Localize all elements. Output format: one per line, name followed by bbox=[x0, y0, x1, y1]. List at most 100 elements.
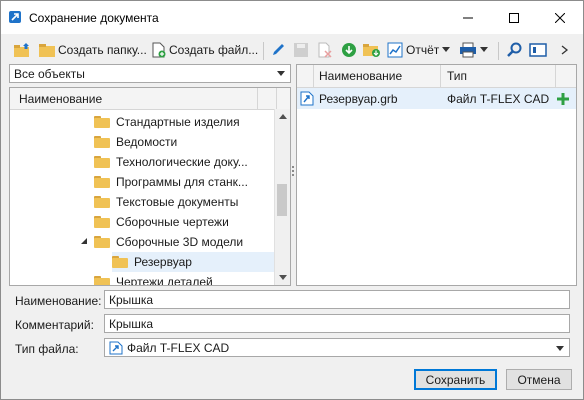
floppy-disk-icon bbox=[294, 43, 308, 57]
save-button[interactable]: Сохранить bbox=[414, 369, 497, 390]
dropdown-arrow-icon bbox=[442, 47, 451, 52]
tree-item[interactable]: Технологические доку... bbox=[94, 152, 248, 172]
file-row[interactable]: Резервуар.grb Файл T-FLEX CAD bbox=[297, 88, 576, 109]
folder-icon bbox=[94, 236, 110, 248]
chevron-right-icon bbox=[561, 45, 569, 55]
column-divider bbox=[440, 65, 441, 87]
object-filter-value: Все объекты bbox=[14, 67, 85, 81]
tree-item-label: Технологические доку... bbox=[116, 155, 248, 169]
folder-icon bbox=[39, 44, 55, 57]
preview-panel-icon bbox=[529, 43, 547, 57]
edit-button[interactable] bbox=[270, 37, 286, 63]
cancel-button[interactable]: Отмена bbox=[506, 369, 572, 390]
download-button[interactable] bbox=[341, 37, 357, 63]
tree-item-label: Ведомости bbox=[116, 135, 178, 149]
column-divider bbox=[257, 88, 258, 109]
tree-item-label: Сборочные чертежи bbox=[116, 215, 229, 229]
tree-item[interactable]: Программы для станк... bbox=[94, 172, 248, 192]
file-type-select[interactable]: Файл T-FLEX CAD bbox=[104, 338, 570, 357]
file-type-value: Файл T-FLEX CAD bbox=[127, 341, 230, 355]
scroll-down-icon[interactable] bbox=[279, 275, 287, 280]
folder-pane: Все объекты Наименование Стандартные изд… bbox=[9, 64, 291, 286]
name-input[interactable]: Крышка bbox=[104, 290, 570, 309]
folder-up-icon bbox=[14, 43, 29, 57]
create-folder-label: Создать папку... bbox=[58, 43, 147, 57]
tree-header: Наименование bbox=[10, 88, 290, 110]
file-type: Файл T-FLEX CAD bbox=[447, 92, 550, 106]
maximize-button[interactable] bbox=[491, 1, 537, 34]
toolbar: Создать папку... Создать файл... Отчёт bbox=[1, 37, 583, 65]
folder-icon bbox=[94, 196, 110, 208]
tree-item-label: Текстовые документы bbox=[116, 195, 239, 209]
search-button[interactable] bbox=[507, 37, 523, 63]
file-name: Резервуар.grb bbox=[319, 92, 398, 106]
add-icon[interactable] bbox=[556, 92, 570, 106]
up-folder-button[interactable] bbox=[14, 37, 32, 63]
dropdown-arrow-icon bbox=[480, 47, 488, 52]
column-name-header[interactable]: Наименование bbox=[319, 69, 402, 83]
delete-button[interactable] bbox=[317, 37, 333, 63]
maximize-icon bbox=[509, 12, 519, 23]
tree-item[interactable]: Ведомости bbox=[94, 132, 177, 152]
pencil-icon bbox=[273, 44, 284, 55]
expanded-arrow-icon[interactable] bbox=[80, 237, 88, 245]
toolbar-overflow-button[interactable] bbox=[561, 37, 569, 63]
window-title: Сохранение документа bbox=[29, 11, 159, 25]
folder-download-icon bbox=[363, 44, 380, 57]
tree-item[interactable]: Сборочные 3D модели bbox=[94, 232, 243, 252]
tree-item[interactable]: Текстовые документы bbox=[94, 192, 238, 212]
scroll-up-icon[interactable] bbox=[279, 114, 287, 119]
comment-input[interactable]: Крышка bbox=[104, 314, 570, 333]
preview-button[interactable] bbox=[529, 37, 547, 63]
title-bar: Сохранение документа bbox=[1, 1, 583, 34]
report-button[interactable]: Отчёт bbox=[387, 37, 451, 63]
folder-icon bbox=[112, 256, 128, 268]
create-file-button[interactable]: Создать файл... bbox=[152, 37, 258, 63]
tree-item[interactable]: Стандартные изделия bbox=[94, 112, 240, 132]
tflex-file-icon bbox=[109, 341, 123, 355]
save-toolbar-button[interactable] bbox=[293, 37, 309, 63]
tree-column-name[interactable]: Наименование bbox=[19, 92, 102, 106]
folder-icon bbox=[94, 176, 110, 188]
minimize-button[interactable] bbox=[445, 1, 491, 34]
download-icon bbox=[342, 43, 356, 57]
close-button[interactable] bbox=[537, 1, 583, 34]
report-label: Отчёт bbox=[406, 43, 440, 57]
column-divider bbox=[276, 88, 277, 109]
print-button[interactable] bbox=[459, 37, 488, 63]
column-divider bbox=[313, 65, 314, 87]
toolbar-separator bbox=[498, 42, 499, 60]
search-icon bbox=[507, 42, 522, 57]
folder-icon bbox=[94, 216, 110, 228]
name-label: Наименование: bbox=[15, 294, 102, 308]
tflex-app-icon bbox=[9, 11, 21, 23]
tree-scrollbar[interactable] bbox=[274, 109, 290, 285]
chevron-down-icon bbox=[277, 71, 285, 76]
new-file-icon bbox=[152, 42, 166, 58]
tflex-file-icon bbox=[300, 91, 314, 106]
scroll-thumb[interactable] bbox=[277, 184, 287, 216]
tree-item[interactable]: Чертежи деталей bbox=[94, 272, 213, 285]
tree-item-selected[interactable]: Резервуар bbox=[112, 252, 274, 272]
folder-tree: Наименование Стандартные изделия Ведомос… bbox=[9, 87, 291, 286]
tree-item-label: Резервуар bbox=[134, 255, 192, 269]
file-list-pane: Наименование Тип Резервуар.grb Файл T-FL… bbox=[296, 64, 577, 286]
object-filter-select[interactable]: Все объекты bbox=[9, 64, 291, 83]
folder-icon bbox=[94, 276, 110, 285]
tree-item-label: Стандартные изделия bbox=[116, 115, 240, 129]
folder-icon bbox=[94, 156, 110, 168]
file-type-label: Тип файла: bbox=[15, 342, 79, 356]
tree-item[interactable]: Сборочные чертежи bbox=[94, 212, 229, 232]
folder-icon bbox=[94, 136, 110, 148]
printer-icon bbox=[460, 42, 476, 58]
create-file-label: Создать файл... bbox=[169, 43, 259, 57]
tree-item-label: Сборочные 3D модели bbox=[116, 235, 244, 249]
comment-label: Комментарий: bbox=[15, 318, 94, 332]
column-type-header[interactable]: Тип bbox=[447, 69, 467, 83]
create-folder-button[interactable]: Создать папку... bbox=[39, 37, 147, 63]
pane-splitter[interactable] bbox=[292, 166, 295, 180]
toolbar-separator bbox=[263, 42, 264, 60]
folder-icon bbox=[94, 116, 110, 128]
folder-download-button[interactable] bbox=[363, 37, 381, 63]
save-document-dialog: Сохранение документа Создать папку... Со… bbox=[0, 0, 584, 400]
